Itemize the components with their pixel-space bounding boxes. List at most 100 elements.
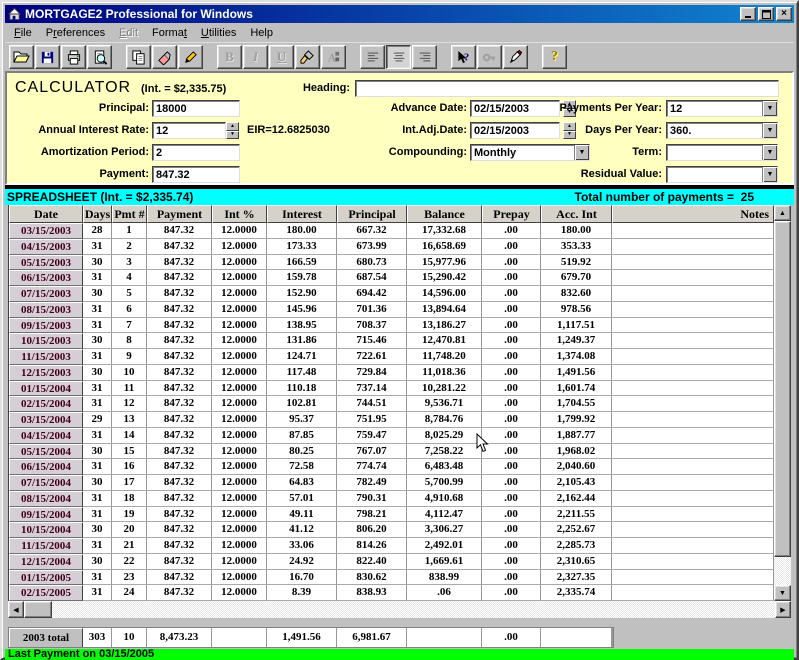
data-cell[interactable]: 30 xyxy=(83,522,112,538)
data-cell[interactable]: 173.33 xyxy=(267,239,337,255)
data-cell[interactable]: 24 xyxy=(112,585,147,601)
data-cell[interactable]: 12.0000 xyxy=(212,412,267,428)
date-cell[interactable]: 03/15/2003 xyxy=(9,223,83,239)
data-cell[interactable]: 8.39 xyxy=(267,585,337,601)
column-header-prepay[interactable]: Prepay xyxy=(482,205,541,223)
data-cell[interactable]: 3,306.27 xyxy=(407,522,482,538)
days-per-year-dropdown[interactable]: 360.▼ xyxy=(666,122,778,139)
vertical-scroll-thumb[interactable] xyxy=(774,221,791,557)
data-cell[interactable]: 12.0000 xyxy=(212,286,267,302)
date-cell[interactable]: 06/15/2003 xyxy=(9,270,83,286)
print-preview-button[interactable] xyxy=(87,45,112,69)
data-cell[interactable]: 16.70 xyxy=(267,570,337,586)
data-cell[interactable] xyxy=(612,255,774,271)
data-cell[interactable]: 1 xyxy=(112,223,147,239)
chevron-down-icon[interactable]: ▼ xyxy=(762,101,777,116)
column-header-notes[interactable]: Notes xyxy=(612,205,774,223)
data-cell[interactable]: .00 xyxy=(482,286,541,302)
data-cell[interactable]: 847.32 xyxy=(147,459,212,475)
data-cell[interactable]: 11,018.36 xyxy=(407,365,482,381)
data-cell[interactable]: .00 xyxy=(482,475,541,491)
data-cell[interactable]: 751.95 xyxy=(337,412,407,428)
column-header-acc-int[interactable]: Acc. Int xyxy=(541,205,612,223)
menu-preferences[interactable]: Preferences xyxy=(39,24,112,42)
pencil-button[interactable] xyxy=(178,45,203,69)
data-cell[interactable]: 9 xyxy=(112,349,147,365)
column-header-payment[interactable]: Payment xyxy=(147,205,212,223)
data-cell[interactable]: 8 xyxy=(112,333,147,349)
data-cell[interactable]: .00 xyxy=(482,412,541,428)
data-cell[interactable]: 2,211.55 xyxy=(541,507,612,523)
data-cell[interactable]: 847.32 xyxy=(147,444,212,460)
column-header-principal[interactable]: Principal xyxy=(337,205,407,223)
data-cell[interactable]: 680.73 xyxy=(337,255,407,271)
brush-button[interactable] xyxy=(295,45,320,69)
data-cell[interactable]: .00 xyxy=(482,554,541,570)
data-cell[interactable]: 152.90 xyxy=(267,286,337,302)
data-cell[interactable]: 847.32 xyxy=(147,270,212,286)
data-cell[interactable]: 6,483.48 xyxy=(407,459,482,475)
data-cell[interactable]: 12.0000 xyxy=(212,570,267,586)
data-cell[interactable]: 2,285.73 xyxy=(541,538,612,554)
data-cell[interactable]: 12.0000 xyxy=(212,459,267,475)
data-cell[interactable]: 31 xyxy=(83,270,112,286)
data-cell[interactable]: 12.0000 xyxy=(212,318,267,334)
data-cell[interactable] xyxy=(612,475,774,491)
data-cell[interactable]: .00 xyxy=(482,491,541,507)
data-cell[interactable]: 145.96 xyxy=(267,302,337,318)
data-cell[interactable]: 12.0000 xyxy=(212,349,267,365)
data-cell[interactable]: 12.0000 xyxy=(212,255,267,271)
data-cell[interactable]: 2,040.60 xyxy=(541,459,612,475)
align-right-button[interactable] xyxy=(412,45,437,69)
data-cell[interactable] xyxy=(612,570,774,586)
spin-down-icon[interactable]: ▼ xyxy=(226,131,239,140)
data-cell[interactable]: 31 xyxy=(83,396,112,412)
date-cell[interactable]: 10/15/2004 xyxy=(9,522,83,538)
data-cell[interactable]: 5,700.99 xyxy=(407,475,482,491)
data-cell[interactable]: 12.0000 xyxy=(212,302,267,318)
chevron-down-icon[interactable]: ▼ xyxy=(762,123,777,138)
data-cell[interactable]: 847.32 xyxy=(147,333,212,349)
data-cell[interactable]: 12.0000 xyxy=(212,585,267,601)
data-cell[interactable]: 31 xyxy=(83,570,112,586)
term-dropdown[interactable]: ▼ xyxy=(666,144,778,161)
data-cell[interactable]: 12.0000 xyxy=(212,381,267,397)
data-cell[interactable]: 16 xyxy=(112,459,147,475)
data-cell[interactable]: 31 xyxy=(83,239,112,255)
date-cell[interactable]: 05/15/2004 xyxy=(9,444,83,460)
scroll-up-icon[interactable]: ▲ xyxy=(774,205,791,221)
data-cell[interactable]: 19 xyxy=(112,507,147,523)
data-cell[interactable]: 847.32 xyxy=(147,475,212,491)
data-cell[interactable]: .00 xyxy=(482,270,541,286)
data-cell[interactable]: 12.0000 xyxy=(212,444,267,460)
data-cell[interactable] xyxy=(612,302,774,318)
data-cell[interactable]: 12.0000 xyxy=(212,507,267,523)
data-cell[interactable]: 737.14 xyxy=(337,381,407,397)
align-left-button[interactable] xyxy=(360,45,385,69)
data-cell[interactable]: 1,968.02 xyxy=(541,444,612,460)
data-cell[interactable]: 838.93 xyxy=(337,585,407,601)
data-cell[interactable]: 11,748.20 xyxy=(407,349,482,365)
data-cell[interactable]: 17 xyxy=(112,475,147,491)
data-cell[interactable]: 110.18 xyxy=(267,381,337,397)
data-cell[interactable]: 31 xyxy=(83,491,112,507)
date-cell[interactable]: 01/15/2004 xyxy=(9,381,83,397)
data-cell[interactable]: .00 xyxy=(482,365,541,381)
data-cell[interactable]: 814.26 xyxy=(337,538,407,554)
data-cell[interactable]: 673.99 xyxy=(337,239,407,255)
data-cell[interactable]: .00 xyxy=(482,239,541,255)
data-cell[interactable]: 12.0000 xyxy=(212,223,267,239)
data-cell[interactable]: 847.32 xyxy=(147,318,212,334)
data-cell[interactable]: 2,492.01 xyxy=(407,538,482,554)
data-cell[interactable]: 12.0000 xyxy=(212,396,267,412)
data-cell[interactable]: 847.32 xyxy=(147,286,212,302)
menu-utilities[interactable]: Utilities xyxy=(194,24,243,42)
data-cell[interactable]: 847.32 xyxy=(147,302,212,318)
data-cell[interactable]: 847.32 xyxy=(147,585,212,601)
data-cell[interactable]: 847.32 xyxy=(147,507,212,523)
menu-file[interactable]: File xyxy=(7,24,39,42)
data-cell[interactable]: 124.71 xyxy=(267,349,337,365)
data-cell[interactable]: 830.62 xyxy=(337,570,407,586)
data-cell[interactable]: 64.83 xyxy=(267,475,337,491)
data-cell[interactable]: 31 xyxy=(83,318,112,334)
